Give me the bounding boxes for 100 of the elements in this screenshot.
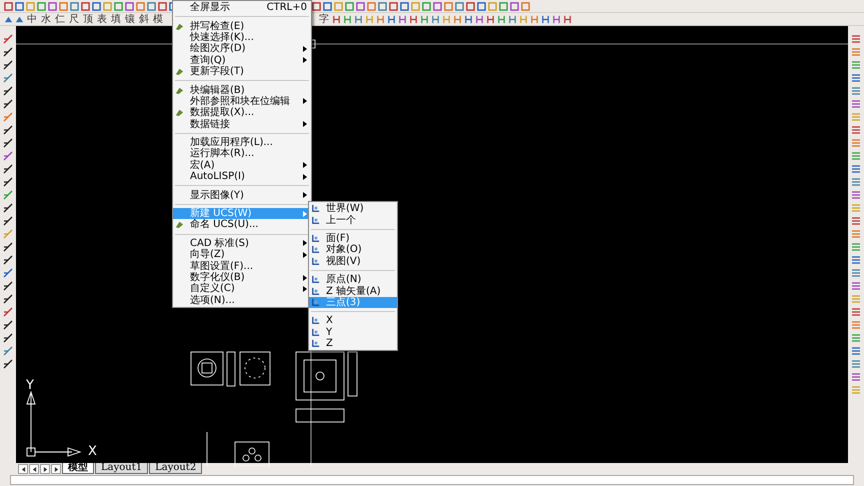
draw-tool-icon[interactable] [3,47,13,57]
menu-item[interactable]: 上一个 [309,214,397,226]
modify-tool-icon[interactable] [851,307,861,317]
draw-tool-icon[interactable] [3,294,13,304]
dimension-tool-icon[interactable] [398,14,407,24]
dimension-tool-icon[interactable] [464,14,473,24]
modify-tool-icon[interactable] [851,177,861,187]
menu-item[interactable]: 命名 UCS(U)... [173,219,311,231]
modify-tool-icon[interactable] [851,34,861,44]
text-style-button[interactable]: 水 [40,14,52,24]
modify-tool-icon[interactable] [851,125,861,135]
menu-item[interactable]: 原点(N) [309,274,397,286]
tab-scroll-button[interactable] [29,464,39,474]
text-style-button[interactable]: 尺 [68,14,80,24]
dimension-tool-icon[interactable] [541,14,550,24]
menu-item[interactable]: X [309,315,397,327]
modify-tool-icon[interactable] [851,60,861,70]
modify-tool-icon[interactable] [851,190,861,200]
draw-tool-icon[interactable] [3,86,13,96]
modify-tool-icon[interactable] [851,73,861,83]
menu-item[interactable]: 块编辑器(B) [173,84,311,96]
dimension-tool-icon[interactable] [563,14,572,24]
tab-scroll-button[interactable] [18,464,28,474]
menu-item[interactable]: 宏(A) [173,160,311,172]
menu-item[interactable]: 外部参照和块在位编辑 [173,96,311,108]
modify-tool-icon[interactable] [851,281,861,291]
draw-tool-icon[interactable] [3,242,13,252]
text-style-button[interactable]: 斜 [138,14,150,24]
draw-tool-icon[interactable] [3,216,13,226]
text-style-button[interactable]: 仁 [54,14,66,24]
draw-tool-icon[interactable] [3,359,13,369]
dimension-tool-icon[interactable] [420,14,429,24]
menu-item[interactable]: Y [309,326,397,338]
menu-item[interactable]: AutoLISP(I) [173,171,311,182]
modify-tool-icon[interactable] [851,359,861,369]
dimension-tool-icon[interactable] [497,14,506,24]
text-style-button[interactable]: 填 [110,14,122,24]
dimension-tool-icon[interactable] [332,14,341,24]
menu-item[interactable]: 面(F) [309,232,397,244]
dimension-tool-icon[interactable] [354,14,363,24]
menu-item[interactable]: 查询(Q) [173,54,311,66]
modify-tool-icon[interactable] [851,47,861,57]
menu-item[interactable]: 视图(V) [309,256,397,267]
dimension-tool-icon[interactable] [552,14,561,24]
menu-item[interactable]: 自定义(C) [173,283,311,295]
layout-tab[interactable]: Layout1 [95,463,148,474]
menu-item[interactable]: Z 轴矢量(A) [309,285,397,297]
draw-tool-icon[interactable] [3,320,13,330]
dimension-tool-icon[interactable] [486,14,495,24]
dimension-tool-icon[interactable] [453,14,462,24]
menu-item[interactable]: 草图设置(F)... [173,260,311,272]
tab-scroll-button[interactable] [40,464,50,474]
draw-tool-icon[interactable] [3,125,13,135]
modify-tool-icon[interactable] [851,99,861,109]
menu-item[interactable]: 全屏显示 CTRL+0 [173,2,311,14]
modify-tool-icon[interactable] [851,333,861,343]
menu-item[interactable]: 快速选择(K)... [173,32,311,44]
dimension-tool-icon[interactable] [530,14,539,24]
text-style-button[interactable]: 中 [26,14,38,24]
menu-item[interactable]: 加载应用程序(L)... [173,136,311,148]
menu-item[interactable]: 拼写检查(E) [173,20,311,32]
modify-tool-icon[interactable] [851,86,861,96]
modify-tool-icon[interactable] [851,229,861,239]
modify-tool-icon[interactable] [851,151,861,161]
text-style-button[interactable]: 模 [152,14,164,24]
dimension-tool-icon[interactable] [508,14,517,24]
modify-tool-icon[interactable] [851,216,861,226]
draw-tool-icon[interactable] [3,203,13,213]
modify-tool-icon[interactable] [851,164,861,174]
draw-tool-icon[interactable] [3,60,13,70]
menu-item[interactable]: 数据链接 [173,118,311,130]
dimension-tool-icon[interactable] [431,14,440,24]
draw-tool-icon[interactable] [3,177,13,187]
layout-tab[interactable]: Layout2 [149,463,202,474]
menu-item[interactable]: CAD 标准(S) [173,238,311,250]
menu-item[interactable]: 选项(N)... [173,294,311,306]
dimension-tool-icon[interactable] [376,14,385,24]
menu-item[interactable]: 数据提取(X)... [173,107,311,119]
menu-item[interactable]: 对象(O) [309,244,397,256]
text-style-button[interactable]: 表 [96,14,108,24]
modify-tool-icon[interactable] [851,138,861,148]
draw-tool-icon[interactable] [3,255,13,265]
modify-tool-icon[interactable] [851,242,861,252]
menu-item[interactable]: 数字化仪(B) [173,272,311,284]
dimension-tool-icon[interactable] [409,14,418,24]
dimension-tool-icon[interactable] [343,14,352,24]
text-style-button[interactable]: 镶 [124,14,136,24]
text-style-button[interactable]: 顶 [82,14,94,24]
draw-tool-icon[interactable] [3,164,13,174]
modify-tool-icon[interactable] [851,320,861,330]
menu-item[interactable]: 绘图次序(D) [173,43,311,55]
dimension-tool-icon[interactable] [387,14,396,24]
draw-tool-icon[interactable] [3,138,13,148]
menu-item[interactable]: 显示图像(Y) [173,189,311,201]
menu-item[interactable]: Z [309,338,397,350]
modify-tool-icon[interactable] [851,255,861,265]
draw-tool-icon[interactable] [3,333,13,343]
modify-tool-icon[interactable] [851,346,861,356]
dimension-tool-icon[interactable] [475,14,484,24]
text-style-button[interactable]: 字 [318,14,330,24]
